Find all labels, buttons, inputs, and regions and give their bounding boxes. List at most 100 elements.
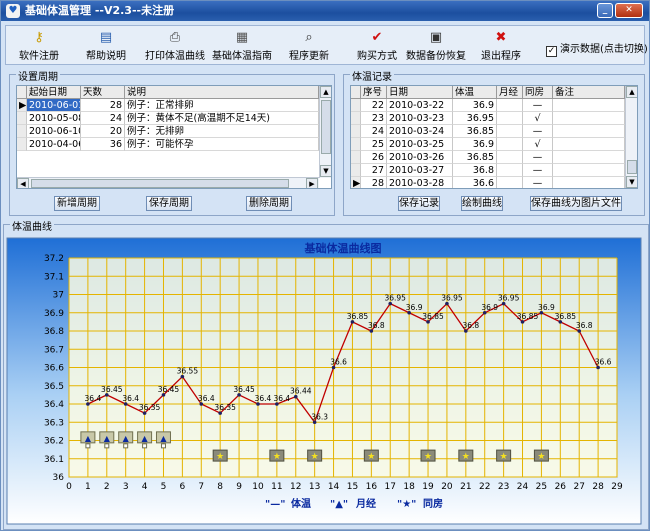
table-cell-no[interactable]: 26	[361, 151, 387, 164]
table-cell-temp[interactable]: 36.8	[453, 164, 497, 177]
table-row[interactable]: 23 2010-03-23 36.95 √	[351, 112, 625, 125]
table-cell-no[interactable]: 23	[361, 112, 387, 125]
demo-data-toggle[interactable]: ✓ 演示数据(点击切换)	[546, 40, 648, 57]
column-header[interactable]: 起始日期	[27, 86, 81, 99]
toolbar-button-6[interactable]: ▣ 数据备份恢复	[404, 30, 468, 62]
table-row[interactable]: 22 2010-03-22 36.9 —	[351, 99, 625, 112]
table-row[interactable]: 24 2010-03-24 36.85 —	[351, 125, 625, 138]
table-cell-sex[interactable]: —	[523, 177, 553, 188]
table-row[interactable]: ▶ 28 2010-03-28 36.6 —	[351, 177, 625, 188]
table-cell-remark[interactable]	[553, 138, 625, 151]
table-cell-date[interactable]: 2010-03-24	[387, 125, 453, 138]
table-row[interactable]: 25 2010-03-25 36.9 √	[351, 138, 625, 151]
toolbar-button-3[interactable]: ▦ 基础体温指南	[211, 30, 273, 62]
table-cell-period[interactable]	[497, 138, 523, 151]
scroll-thumb[interactable]	[321, 100, 331, 154]
scroll-right-icon[interactable]: ▶	[306, 178, 318, 188]
delete-period-button[interactable]: 删除周期	[246, 196, 292, 211]
table-cell-date[interactable]: 2010-06-01	[27, 99, 81, 112]
table-cell-note[interactable]: 例子：正常排卵	[125, 99, 319, 112]
table-row[interactable]: 2010-06-10 20 例子：无排卵	[17, 125, 319, 138]
table-cell-period[interactable]	[497, 99, 523, 112]
table-cell-date[interactable]: 2010-03-22	[387, 99, 453, 112]
table-cell-temp[interactable]: 36.6	[453, 177, 497, 188]
table-cell-sex[interactable]: √	[523, 112, 553, 125]
table-cell-no[interactable]: 28	[361, 177, 387, 188]
add-period-button[interactable]: 新增周期	[54, 196, 100, 211]
table-cell-days[interactable]: 28	[81, 99, 125, 112]
scroll-down-icon[interactable]: ▼	[626, 176, 637, 188]
column-header[interactable]: 备注	[553, 86, 625, 99]
table-cell-days[interactable]: 24	[81, 112, 125, 125]
column-header[interactable]: 体温	[453, 86, 497, 99]
scroll-left-icon[interactable]: ◀	[17, 178, 29, 188]
table-cell-days[interactable]: 20	[81, 125, 125, 138]
table-cell-remark[interactable]	[553, 164, 625, 177]
table-cell-date[interactable]: 2010-03-28	[387, 177, 453, 188]
toolbar-button-0[interactable]: ⚷ 软件注册	[14, 30, 64, 62]
table-row[interactable]: 26 2010-03-26 36.85 —	[351, 151, 625, 164]
table-cell-no[interactable]: 24	[361, 125, 387, 138]
draw-curve-button[interactable]: 绘制曲线	[461, 196, 503, 211]
table-cell-date[interactable]: 2010-06-10	[27, 125, 81, 138]
table-row[interactable]: 2010-04-06 36 例子：可能怀孕	[17, 138, 319, 151]
table-cell-sex[interactable]: —	[523, 125, 553, 138]
scroll-up-icon[interactable]: ▲	[626, 86, 637, 98]
table-cell-sex[interactable]: —	[523, 151, 553, 164]
column-header[interactable]: 天数	[81, 86, 125, 99]
table-cell-days[interactable]: 36	[81, 138, 125, 151]
table-cell-note[interactable]: 例子：黄体不足(高温期不足14天)	[125, 112, 319, 125]
table-cell-date[interactable]: 2010-05-08	[27, 112, 81, 125]
table-cell-period[interactable]	[497, 112, 523, 125]
temp-vscroll[interactable]: ▲ ▼	[625, 86, 637, 188]
period-table[interactable]: 2010-04-06 36 例子：可能怀孕 2010-06-10 20 例子：无排卵 201…	[16, 85, 332, 189]
table-row[interactable]: ▶ 2010-06-01 28 例子：正常排卵	[17, 99, 319, 112]
save-curve-image-button[interactable]: 保存曲线为图片文件	[530, 196, 622, 211]
table-cell-sex[interactable]: √	[523, 138, 553, 151]
toolbar-button-5[interactable]: ✔ 购买方式	[352, 30, 402, 62]
toolbar-button-4[interactable]: ⌕ 程序更新	[284, 30, 334, 62]
toolbar-button-2[interactable]: ⎙ 打印体温曲线	[144, 30, 206, 62]
scroll-thumb[interactable]	[627, 160, 637, 174]
table-cell-temp[interactable]: 36.9	[453, 99, 497, 112]
temp-table[interactable]: ▶ 28 2010-03-28 36.6—27 2010-03-27 36.8—26 201…	[350, 85, 638, 189]
table-cell-date[interactable]: 2010-03-26	[387, 151, 453, 164]
column-header[interactable]	[351, 86, 361, 99]
column-header[interactable]: 序号	[361, 86, 387, 99]
table-cell-temp[interactable]: 36.9	[453, 138, 497, 151]
column-header[interactable]: 日期	[387, 86, 453, 99]
hscroll-thumb[interactable]	[31, 179, 289, 188]
table-cell-date[interactable]: 2010-04-06	[27, 138, 81, 151]
table-row[interactable]: 2010-05-08 24 例子：黄体不足(高温期不足14天)	[17, 112, 319, 125]
demo-checkbox[interactable]: ✓	[546, 46, 557, 57]
table-cell-period[interactable]	[497, 164, 523, 177]
table-cell-note[interactable]: 例子：可能怀孕	[125, 138, 319, 151]
toolbar-button-1[interactable]: ▤ 帮助说明	[81, 30, 131, 62]
table-cell-date[interactable]: 2010-03-27	[387, 164, 453, 177]
table-cell-remark[interactable]	[553, 99, 625, 112]
save-record-button[interactable]: 保存记录	[398, 196, 440, 211]
column-header[interactable]	[17, 86, 27, 99]
table-row[interactable]: 27 2010-03-27 36.8 —	[351, 164, 625, 177]
table-cell-date[interactable]: 2010-03-23	[387, 112, 453, 125]
table-cell-remark[interactable]	[553, 125, 625, 138]
table-cell-temp[interactable]: 36.85	[453, 151, 497, 164]
column-header[interactable]: 同房	[523, 86, 553, 99]
table-cell-temp[interactable]: 36.95	[453, 112, 497, 125]
period-hscroll[interactable]: ◀ ▶	[17, 177, 319, 188]
minimize-icon[interactable]: _	[597, 3, 613, 18]
toolbar-button-7[interactable]: ✖ 退出程序	[476, 30, 526, 62]
title-bar[interactable]: ♥ 基础体温管理 --V2.3--未注册 _ ✕	[1, 1, 649, 21]
table-cell-temp[interactable]: 36.85	[453, 125, 497, 138]
table-cell-period[interactable]	[497, 177, 523, 188]
table-cell-sex[interactable]: —	[523, 164, 553, 177]
save-period-button[interactable]: 保存周期	[146, 196, 192, 211]
table-cell-no[interactable]: 27	[361, 164, 387, 177]
column-header[interactable]: 月经	[497, 86, 523, 99]
table-cell-period[interactable]	[497, 151, 523, 164]
scroll-up-icon[interactable]: ▲	[320, 86, 331, 98]
table-cell-sex[interactable]: —	[523, 99, 553, 112]
scroll-down-icon[interactable]: ▼	[320, 165, 331, 177]
table-cell-no[interactable]: 22	[361, 99, 387, 112]
column-header[interactable]: 说明	[125, 86, 319, 99]
